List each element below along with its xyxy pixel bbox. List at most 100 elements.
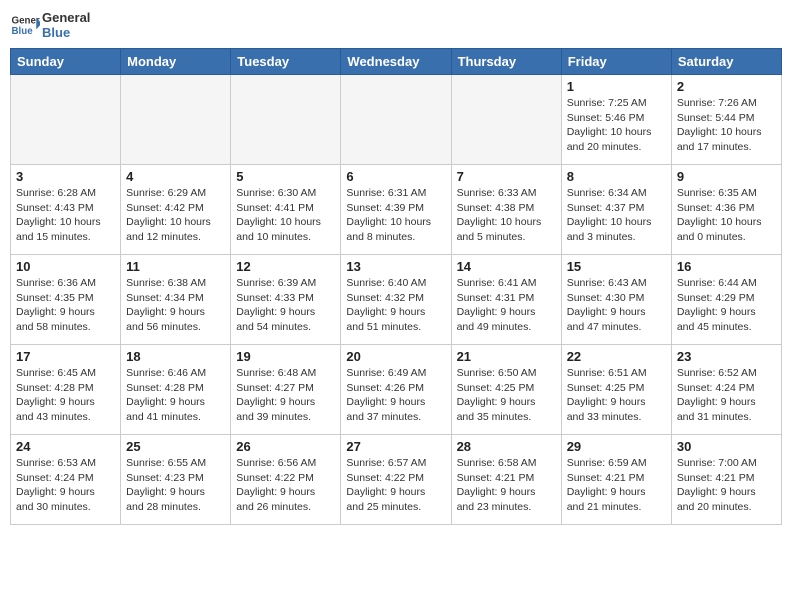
day-number: 13: [346, 259, 445, 274]
calendar-cell: 23 Sunrise: 6:52 AM Sunset: 4:24 PM Dayli…: [671, 345, 781, 435]
calendar-cell: [121, 75, 231, 165]
day-number: 18: [126, 349, 225, 364]
calendar-cell: 29Sunrise: 6:59 AM Sunset: 4:21 PM Dayli…: [561, 435, 671, 525]
weekday-header-sunday: Sunday: [11, 49, 121, 75]
day-info: Sunrise: 6:33 AM Sunset: 4:38 PM Dayligh…: [457, 186, 556, 245]
day-number: 22: [567, 349, 666, 364]
weekday-header-row: SundayMondayTuesdayWednesdayThursdayFrid…: [11, 49, 782, 75]
day-number: 28: [457, 439, 556, 454]
day-number: 26: [236, 439, 335, 454]
day-info: Sunrise: 6:50 AM Sunset: 4:25 PM Dayligh…: [457, 366, 556, 425]
calendar-cell: 24Sunrise: 6:53 AM Sunset: 4:24 PM Dayli…: [11, 435, 121, 525]
day-info: Sunrise: 6:52 AM Sunset: 4:24 PM Dayligh…: [677, 366, 776, 425]
day-info: Sunrise: 6:39 AM Sunset: 4:33 PM Dayligh…: [236, 276, 335, 335]
day-info: Sunrise: 6:48 AM Sunset: 4:27 PM Dayligh…: [236, 366, 335, 425]
day-info: Sunrise: 6:45 AM Sunset: 4:28 PM Dayligh…: [16, 366, 115, 425]
day-number: 30: [677, 439, 776, 454]
day-info: Sunrise: 6:35 AM Sunset: 4:36 PM Dayligh…: [677, 186, 776, 245]
day-number: 7: [457, 169, 556, 184]
calendar-cell: 25 Sunrise: 6:55 AM Sunset: 4:23 PM Dayli…: [121, 435, 231, 525]
calendar-cell: 14 Sunrise: 6:41 AM Sunset: 4:31 PM Dayli…: [451, 255, 561, 345]
calendar-cell: 17 Sunrise: 6:45 AM Sunset: 4:28 PM Dayli…: [11, 345, 121, 435]
day-number: 5: [236, 169, 335, 184]
week-row-5: 24Sunrise: 6:53 AM Sunset: 4:24 PM Dayli…: [11, 435, 782, 525]
calendar-cell: 12Sunrise: 6:39 AM Sunset: 4:33 PM Dayli…: [231, 255, 341, 345]
day-number: 20: [346, 349, 445, 364]
weekday-header-thursday: Thursday: [451, 49, 561, 75]
day-info: Sunrise: 6:59 AM Sunset: 4:21 PM Dayligh…: [567, 456, 666, 515]
logo-icon: General Blue: [10, 10, 40, 40]
day-number: 27: [346, 439, 445, 454]
calendar-cell: [341, 75, 451, 165]
day-number: 4: [126, 169, 225, 184]
weekday-header-monday: Monday: [121, 49, 231, 75]
week-row-4: 17 Sunrise: 6:45 AM Sunset: 4:28 PM Dayli…: [11, 345, 782, 435]
weekday-header-wednesday: Wednesday: [341, 49, 451, 75]
day-info: Sunrise: 6:29 AM Sunset: 4:42 PM Dayligh…: [126, 186, 225, 245]
svg-text:General: General: [12, 16, 41, 27]
day-info: Sunrise: 6:36 AM Sunset: 4:35 PM Dayligh…: [16, 276, 115, 335]
calendar-cell: 11Sunrise: 6:38 AM Sunset: 4:34 PM Dayli…: [121, 255, 231, 345]
day-number: 6: [346, 169, 445, 184]
calendar-table: SundayMondayTuesdayWednesdayThursdayFrid…: [10, 48, 782, 525]
calendar-cell: 22 Sunrise: 6:51 AM Sunset: 4:25 PM Dayli…: [561, 345, 671, 435]
calendar-cell: 8 Sunrise: 6:34 AM Sunset: 4:37 PM Daylig…: [561, 165, 671, 255]
day-number: 23: [677, 349, 776, 364]
logo: General Blue General Blue: [10, 10, 90, 40]
day-info: Sunrise: 6:58 AM Sunset: 4:21 PM Dayligh…: [457, 456, 556, 515]
calendar-cell: 15Sunrise: 6:43 AM Sunset: 4:30 PM Dayli…: [561, 255, 671, 345]
day-number: 14: [457, 259, 556, 274]
calendar-cell: 2 Sunrise: 7:26 AM Sunset: 5:44 PM Daylig…: [671, 75, 781, 165]
day-info: Sunrise: 6:34 AM Sunset: 4:37 PM Dayligh…: [567, 186, 666, 245]
day-number: 16: [677, 259, 776, 274]
weekday-header-tuesday: Tuesday: [231, 49, 341, 75]
day-info: Sunrise: 6:56 AM Sunset: 4:22 PM Dayligh…: [236, 456, 335, 515]
day-info: Sunrise: 6:53 AM Sunset: 4:24 PM Dayligh…: [16, 456, 115, 515]
day-info: Sunrise: 6:55 AM Sunset: 4:23 PM Dayligh…: [126, 456, 225, 515]
logo-general: General: [42, 10, 90, 25]
calendar-cell: 26 Sunrise: 6:56 AM Sunset: 4:22 PM Dayli…: [231, 435, 341, 525]
day-info: Sunrise: 7:26 AM Sunset: 5:44 PM Dayligh…: [677, 96, 776, 155]
page-header: General Blue General Blue: [10, 10, 782, 40]
logo-blue: Blue: [42, 25, 90, 40]
calendar-cell: 30Sunrise: 7:00 AM Sunset: 4:21 PM Dayli…: [671, 435, 781, 525]
calendar-cell: 19Sunrise: 6:48 AM Sunset: 4:27 PM Dayli…: [231, 345, 341, 435]
day-info: Sunrise: 6:30 AM Sunset: 4:41 PM Dayligh…: [236, 186, 335, 245]
calendar-cell: 16Sunrise: 6:44 AM Sunset: 4:29 PM Dayli…: [671, 255, 781, 345]
day-number: 2: [677, 79, 776, 94]
day-info: Sunrise: 6:46 AM Sunset: 4:28 PM Dayligh…: [126, 366, 225, 425]
day-number: 21: [457, 349, 556, 364]
week-row-1: 1 Sunrise: 7:25 AM Sunset: 5:46 PM Daylig…: [11, 75, 782, 165]
calendar-cell: 3 Sunrise: 6:28 AM Sunset: 4:43 PM Daylig…: [11, 165, 121, 255]
day-info: Sunrise: 6:38 AM Sunset: 4:34 PM Dayligh…: [126, 276, 225, 335]
day-number: 15: [567, 259, 666, 274]
day-info: Sunrise: 6:40 AM Sunset: 4:32 PM Dayligh…: [346, 276, 445, 335]
week-row-2: 3 Sunrise: 6:28 AM Sunset: 4:43 PM Daylig…: [11, 165, 782, 255]
day-info: Sunrise: 6:49 AM Sunset: 4:26 PM Dayligh…: [346, 366, 445, 425]
day-number: 1: [567, 79, 666, 94]
weekday-header-friday: Friday: [561, 49, 671, 75]
calendar-cell: 21 Sunrise: 6:50 AM Sunset: 4:25 PM Dayli…: [451, 345, 561, 435]
calendar-cell: 10Sunrise: 6:36 AM Sunset: 4:35 PM Dayli…: [11, 255, 121, 345]
calendar-cell: [11, 75, 121, 165]
day-number: 25: [126, 439, 225, 454]
calendar-body: 1 Sunrise: 7:25 AM Sunset: 5:46 PM Daylig…: [11, 75, 782, 525]
calendar-cell: 20 Sunrise: 6:49 AM Sunset: 4:26 PM Dayli…: [341, 345, 451, 435]
day-number: 8: [567, 169, 666, 184]
day-info: Sunrise: 6:28 AM Sunset: 4:43 PM Dayligh…: [16, 186, 115, 245]
day-info: Sunrise: 6:57 AM Sunset: 4:22 PM Dayligh…: [346, 456, 445, 515]
calendar-cell: 18 Sunrise: 6:46 AM Sunset: 4:28 PM Dayli…: [121, 345, 231, 435]
day-info: Sunrise: 7:25 AM Sunset: 5:46 PM Dayligh…: [567, 96, 666, 155]
calendar-cell: 28 Sunrise: 6:58 AM Sunset: 4:21 PM Dayli…: [451, 435, 561, 525]
day-number: 3: [16, 169, 115, 184]
day-info: Sunrise: 6:51 AM Sunset: 4:25 PM Dayligh…: [567, 366, 666, 425]
calendar-cell: 9Sunrise: 6:35 AM Sunset: 4:36 PM Daylig…: [671, 165, 781, 255]
calendar-cell: 4 Sunrise: 6:29 AM Sunset: 4:42 PM Daylig…: [121, 165, 231, 255]
week-row-3: 10Sunrise: 6:36 AM Sunset: 4:35 PM Dayli…: [11, 255, 782, 345]
day-info: Sunrise: 6:41 AM Sunset: 4:31 PM Dayligh…: [457, 276, 556, 335]
calendar-cell: 5 Sunrise: 6:30 AM Sunset: 4:41 PM Daylig…: [231, 165, 341, 255]
weekday-header-saturday: Saturday: [671, 49, 781, 75]
svg-text:Blue: Blue: [12, 26, 34, 37]
day-number: 17: [16, 349, 115, 364]
calendar-cell: [231, 75, 341, 165]
